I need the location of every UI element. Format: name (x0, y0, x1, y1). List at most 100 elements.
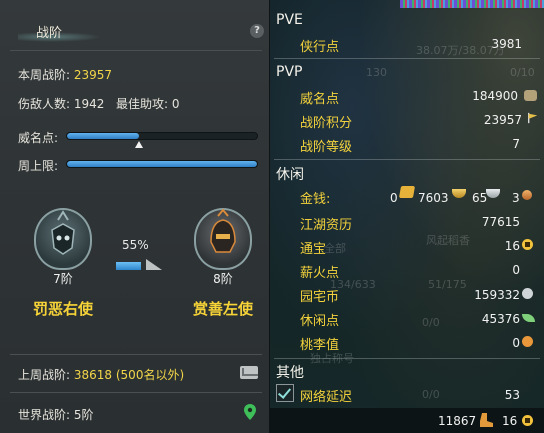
leisure-value: 159332 (474, 288, 520, 302)
kills-value: 1942 (73, 97, 105, 111)
money-silver: 65 (472, 191, 488, 205)
rank-progress-arrow (146, 259, 162, 270)
leisure-value: 16 (504, 239, 520, 253)
bg-text: 风起稻香 (426, 234, 470, 247)
pve-value: 3981 (491, 37, 522, 51)
mask-icon (51, 210, 75, 255)
right-emblem-name: 赏善左使 (192, 300, 253, 318)
pvp-value: 23957 (483, 113, 522, 127)
bg-text: 51/175 (428, 278, 467, 291)
section-other: 其他 (276, 365, 304, 381)
leisure-label: 园宅币 (300, 290, 340, 305)
prestige-bar-fill (67, 133, 140, 139)
rank-progress-bar (116, 259, 162, 271)
divider (10, 50, 262, 51)
battle-rank-panel: 战阶 ? 本周战阶: 23957 伤敌人数: 1942 最佳助攻: 0 威名点:… (0, 0, 270, 433)
money-gold: 7603 (418, 191, 449, 205)
pvp-value: 7 (512, 137, 520, 151)
pvp-label: 战阶等级 (300, 140, 353, 155)
divider (10, 354, 262, 355)
money-copper: 3 (512, 191, 520, 205)
best-assist-value: 0 (171, 97, 180, 111)
tongbao-icon (522, 239, 533, 250)
divider (274, 159, 540, 160)
leisure-value: 45376 (481, 312, 520, 326)
best-assist-label: 最佳助攻: (116, 97, 169, 111)
bg-text: 0/10 (510, 66, 535, 79)
leisure-value: 0 (512, 336, 520, 350)
help-icon[interactable]: ? (250, 24, 264, 38)
pvp-label: 战阶积分 (300, 116, 353, 131)
gold-bar-icon (398, 186, 416, 198)
bg-text: 0/0 (422, 316, 440, 329)
kills-row: 伤敌人数: 1942 (18, 95, 104, 112)
rank-progress-percent: 55% (122, 238, 149, 252)
rank-progress-fill (116, 262, 141, 270)
week-rank-value: 23957 (73, 68, 113, 82)
location-pin-icon[interactable] (244, 404, 256, 420)
panel-header: 战阶 ? (0, 0, 270, 48)
right-emblem-icon[interactable] (194, 208, 252, 274)
latency-checkbox[interactable] (276, 384, 294, 402)
pve-label: 侠行点 (300, 40, 340, 55)
bg-text: 130 (366, 66, 387, 79)
prestige-marker (134, 141, 143, 148)
leisure-label: 桃李值 (300, 338, 340, 353)
section-pvp: PVP (276, 64, 303, 80)
footer-right-value: 16 (502, 414, 518, 428)
leisure-value: 77615 (481, 215, 520, 229)
left-emblem-name: 罚恶右使 (32, 300, 93, 318)
world-rank-label: 世界战阶: (18, 408, 71, 422)
kills-label: 伤敌人数: (18, 97, 71, 111)
currency-panel: 38.07万/38.07万 130 0/10 全部 风起稻香 134/633 5… (270, 0, 544, 433)
footer-bar: 11867 16 (270, 408, 544, 433)
world-rank-row: 世界战阶: 5阶 (18, 406, 94, 423)
divider (274, 58, 540, 59)
divider (10, 392, 262, 393)
helmet-icon (210, 208, 236, 253)
left-emblem-rank: 7阶 (53, 272, 73, 286)
copper-coin-icon (522, 190, 532, 200)
leisure-label: 薪火点 (300, 266, 340, 281)
divider (274, 358, 540, 359)
mail-icon[interactable] (240, 366, 258, 379)
gourd-icon (522, 336, 533, 347)
week-rank-label: 本周战阶: (18, 68, 71, 82)
flag-icon (528, 112, 538, 124)
section-leisure: 休闲 (276, 167, 304, 183)
money-label: 金钱: (300, 192, 331, 207)
prestige-bar (66, 132, 258, 140)
week-cap-label: 周上限: (18, 159, 59, 173)
tongbao-icon (522, 415, 533, 426)
left-emblem-icon[interactable] (34, 208, 92, 274)
bg-text: 0/0 (422, 388, 440, 401)
leisure-label: 江湖资历 (300, 218, 353, 233)
footer-left-value: 11867 (438, 414, 477, 428)
check-icon (277, 385, 292, 399)
money-gold-bar: 0 (390, 191, 398, 205)
section-pve: PVE (276, 12, 303, 28)
latency-label: 网络延迟 (300, 390, 353, 405)
last-week-value: 38618 (500名以外) (73, 368, 185, 382)
leisure-value: 0 (512, 263, 520, 277)
mask-icon (524, 90, 537, 101)
bg-text: 全部 (324, 242, 346, 255)
home-coin-icon (522, 288, 533, 299)
best-assist-row: 最佳助攻: 0 (116, 95, 180, 112)
week-cap-bar (66, 160, 258, 168)
week-cap-bar-fill (67, 161, 257, 167)
top-color-strip (400, 0, 544, 8)
pvp-value: 184900 (472, 89, 518, 103)
boot-icon (480, 413, 493, 427)
world-rank-value: 5阶 (73, 408, 94, 422)
week-rank-row: 本周战阶: 23957 (18, 66, 112, 83)
last-week-label: 上周战阶: (18, 368, 71, 382)
last-week-row: 上周战阶: 38618 (500名以外) (18, 366, 184, 383)
latency-value: 53 (504, 388, 520, 402)
right-emblem-rank: 8阶 (213, 272, 233, 286)
prestige-label: 威名点: (18, 131, 59, 145)
pvp-label: 威名点 (300, 92, 340, 107)
leisure-label: 休闲点 (300, 314, 340, 329)
leisure-label: 通宝 (300, 242, 327, 257)
panel-title: 战阶 (36, 26, 63, 41)
